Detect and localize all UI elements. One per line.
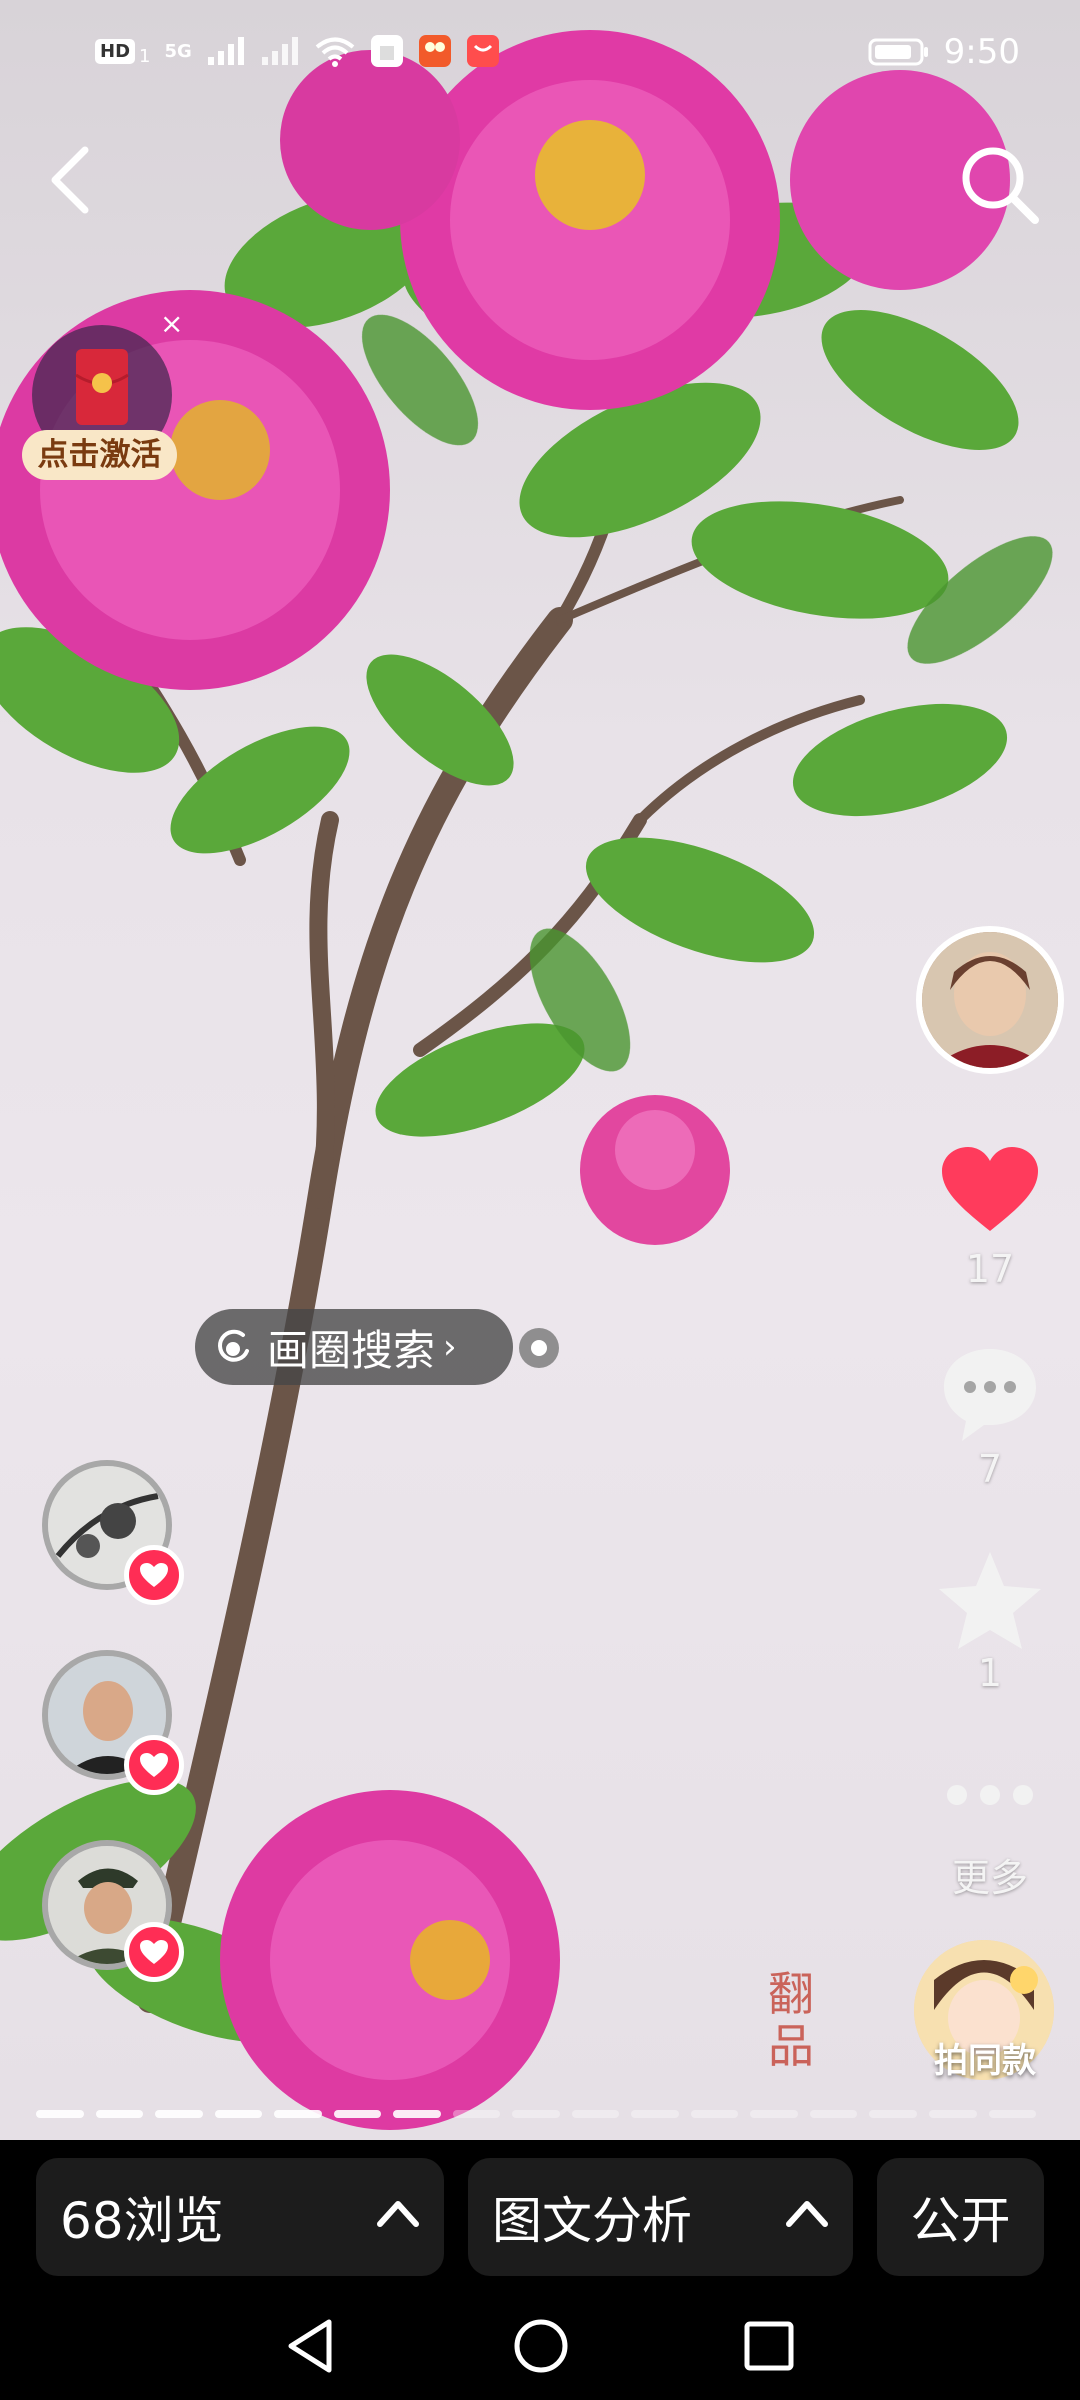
- heart-badge-1: [124, 1545, 184, 1605]
- search-icon[interactable]: [955, 140, 1045, 230]
- progress-segment: [869, 2110, 917, 2118]
- favorite-count: 1: [977, 1651, 1003, 1695]
- progress-segment: [571, 2110, 620, 2118]
- progress-segment: [690, 2110, 739, 2118]
- seal-watermark: 翻品: [768, 1967, 814, 2073]
- views-label: 68浏览: [60, 2192, 224, 2250]
- sim-index: 1: [139, 45, 151, 67]
- progress-segment: [36, 2110, 84, 2118]
- progress-segment: [333, 2110, 382, 2118]
- redpacket-widget[interactable]: × 点击激活: [22, 307, 192, 485]
- chevron-left-icon[interactable]: [40, 140, 100, 220]
- progress-segment: [452, 2110, 501, 2118]
- analysis-button[interactable]: 图文分析: [468, 2158, 853, 2276]
- nav-home-icon[interactable]: [513, 2318, 569, 2374]
- record-dot[interactable]: [519, 1328, 559, 1368]
- status-bar: HD 1 5G 9:50: [0, 20, 1080, 90]
- chevron-up-icon: [377, 2201, 419, 2227]
- signal-2-icon: [261, 37, 298, 65]
- heart-badge-3: [124, 1922, 184, 1982]
- battery-icon: [868, 38, 928, 66]
- heart-badge-2: [124, 1735, 184, 1795]
- analysis-label: 图文分析: [492, 2192, 692, 2250]
- progress-segment: [750, 2110, 798, 2118]
- red-envelope-icon: [75, 349, 129, 425]
- progress-segment: [214, 2110, 263, 2118]
- comment-count: 7: [977, 1447, 1003, 1491]
- chevron-up-icon: [786, 2201, 828, 2227]
- public-label: 公开: [910, 2192, 1011, 2250]
- media-viewer[interactable]: HD 1 5G 9:50 × 点击激活 17 7 1 更多 拍同款 画圈搜索 ›…: [0, 0, 1080, 2140]
- views-button[interactable]: 68浏览: [36, 2158, 444, 2276]
- page-progress: [36, 2110, 1037, 2118]
- author-avatar[interactable]: [916, 926, 1064, 1074]
- redpacket-close-button[interactable]: ×: [160, 307, 183, 340]
- more-dots-icon[interactable]: [945, 1783, 1035, 1807]
- comment-icon[interactable]: [940, 1345, 1040, 1445]
- like-heart-icon[interactable]: [940, 1145, 1040, 1235]
- progress-segment: [393, 2110, 441, 2118]
- progress-segment: [631, 2110, 679, 2118]
- more-button[interactable]: 更多: [930, 1847, 1050, 1902]
- circle-search-label: 画圈搜索: [267, 1325, 436, 1375]
- hd-indicator: HD: [95, 38, 136, 64]
- progress-segment: [512, 2110, 560, 2118]
- nav-recents-icon[interactable]: [743, 2320, 795, 2372]
- circle-gesture-icon: [218, 1329, 249, 1362]
- heart-icon: [140, 1753, 168, 1777]
- circle-search-button[interactable]: 画圈搜索 ›: [195, 1309, 513, 1385]
- message-app-icon: [466, 35, 499, 67]
- author-face-icon: [922, 932, 1058, 1068]
- shopping-app-icon: [370, 35, 403, 67]
- progress-segment: [809, 2110, 858, 2118]
- progress-segment: [988, 2110, 1037, 2118]
- progress-segment: [155, 2110, 203, 2118]
- progress-segment: [928, 2110, 977, 2118]
- chevron-right-icon: ›: [443, 1327, 457, 1367]
- public-button[interactable]: 公开: [877, 2158, 1044, 2276]
- wifi-icon: [315, 37, 355, 67]
- favorite-star-icon[interactable]: [935, 1548, 1045, 1653]
- network-label: 5G: [164, 40, 192, 62]
- heart-icon: [140, 1563, 168, 1587]
- video-app-icon: [418, 35, 451, 67]
- heart-icon: [140, 1940, 168, 1964]
- signal-icon: [207, 37, 244, 65]
- nav-back-icon[interactable]: [285, 2318, 335, 2374]
- same-style-label: 拍同款: [934, 2041, 1036, 2081]
- progress-segment: [95, 2110, 144, 2118]
- progress-segment: [274, 2110, 322, 2118]
- redpacket-label: 点击激活: [22, 430, 177, 480]
- clock: 9:50: [943, 32, 1020, 72]
- like-count: 17: [965, 1247, 1015, 1291]
